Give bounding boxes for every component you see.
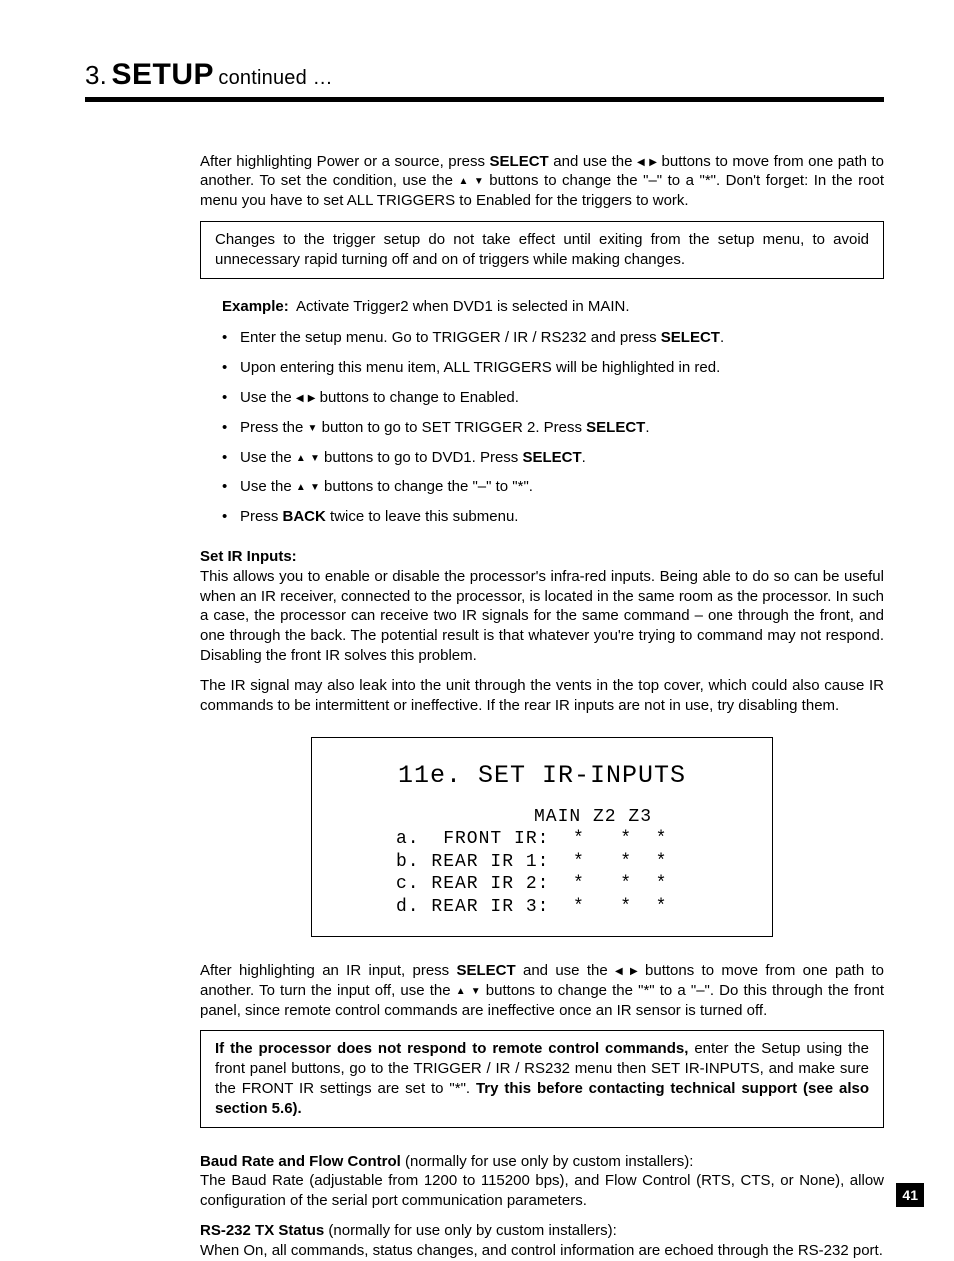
- set-ir-body-2: The IR signal may also leak into the uni…: [200, 676, 884, 716]
- rs232-heading: RS-232 TX Status: [200, 1222, 324, 1239]
- section-number: 3.: [85, 60, 107, 90]
- section-title: SETUP: [111, 58, 214, 91]
- down-icon: ▼: [310, 481, 320, 494]
- warning-box: If the processor does not respond to rem…: [200, 1030, 884, 1127]
- down-icon: ▼: [310, 452, 320, 465]
- rs232-note: (normally for use only by custom install…: [324, 1222, 617, 1239]
- baud-note: (normally for use only by custom install…: [401, 1153, 694, 1170]
- intro-paragraph: After highlighting Power or a source, pr…: [200, 152, 884, 211]
- section-continued: continued …: [218, 67, 333, 89]
- osd-panel: 11e. SET IR-INPUTS MAIN Z2 Z3 a. FRONT I…: [311, 737, 773, 937]
- list-item: Press the ▼ button to go to SET TRIGGER …: [222, 418, 884, 438]
- example-block: Example: Activate Trigger2 when DVD1 is …: [222, 297, 884, 527]
- right-icon: ▶: [308, 392, 316, 405]
- osd-row: c. REAR IR 2: * * *: [332, 873, 752, 896]
- right-icon: ▶: [630, 965, 638, 978]
- set-ir-body-1: This allows you to enable or disable the…: [200, 568, 884, 664]
- osd-row: b. REAR IR 1: * * *: [332, 851, 752, 874]
- up-icon: ▲: [458, 175, 468, 188]
- up-icon: ▲: [296, 452, 306, 465]
- example-steps: Enter the setup menu. Go to TRIGGER / IR…: [222, 328, 884, 527]
- list-item: Upon entering this menu item, ALL TRIGGE…: [222, 358, 884, 378]
- left-icon: ◀: [637, 156, 645, 169]
- osd-columns: MAIN Z2 Z3: [332, 806, 752, 829]
- osd-row: a. FRONT IR: * * *: [332, 828, 752, 851]
- set-ir-section: Set IR Inputs: This allows you to enable…: [200, 547, 884, 666]
- content-column: After highlighting Power or a source, pr…: [200, 152, 884, 1261]
- list-item: Use the ▲ ▼ buttons to change the "–" to…: [222, 477, 884, 497]
- down-icon: ▼: [308, 422, 318, 435]
- list-item: Use the ◀ ▶ buttons to change to Enabled…: [222, 388, 884, 408]
- right-icon: ▶: [649, 156, 657, 169]
- rs232-section: RS-232 TX Status (normally for use only …: [200, 1221, 884, 1261]
- baud-body: The Baud Rate (adjustable from 1200 to 1…: [200, 1172, 884, 1209]
- baud-heading: Baud Rate and Flow Control: [200, 1153, 401, 1170]
- up-icon: ▲: [296, 481, 306, 494]
- rs232-body: When On, all commands, status changes, a…: [200, 1242, 883, 1259]
- note-box: Changes to the trigger setup do not take…: [200, 221, 884, 279]
- left-icon: ◀: [615, 965, 623, 978]
- after-osd-paragraph: After highlighting an IR input, press SE…: [200, 961, 884, 1020]
- list-item: Enter the setup menu. Go to TRIGGER / IR…: [222, 328, 884, 348]
- down-icon: ▼: [474, 175, 484, 188]
- left-icon: ◀: [296, 392, 304, 405]
- example-label: Example:: [222, 298, 289, 315]
- page-number: 41: [896, 1183, 924, 1207]
- list-item: Use the ▲ ▼ buttons to go to DVD1. Press…: [222, 448, 884, 468]
- page: 3. SETUP continued … After highlighting …: [0, 0, 954, 1235]
- osd-row: d. REAR IR 3: * * *: [332, 896, 752, 919]
- section-header: 3. SETUP continued …: [85, 55, 884, 102]
- list-item: Press BACK twice to leave this submenu.: [222, 507, 884, 527]
- up-icon: ▲: [456, 985, 466, 998]
- baud-section: Baud Rate and Flow Control (normally for…: [200, 1152, 884, 1211]
- example-heading: Example: Activate Trigger2 when DVD1 is …: [222, 297, 884, 317]
- example-text: Activate Trigger2 when DVD1 is selected …: [296, 298, 629, 315]
- down-icon: ▼: [471, 985, 481, 998]
- osd-title: 11e. SET IR-INPUTS: [332, 760, 752, 791]
- set-ir-heading: Set IR Inputs:: [200, 548, 297, 565]
